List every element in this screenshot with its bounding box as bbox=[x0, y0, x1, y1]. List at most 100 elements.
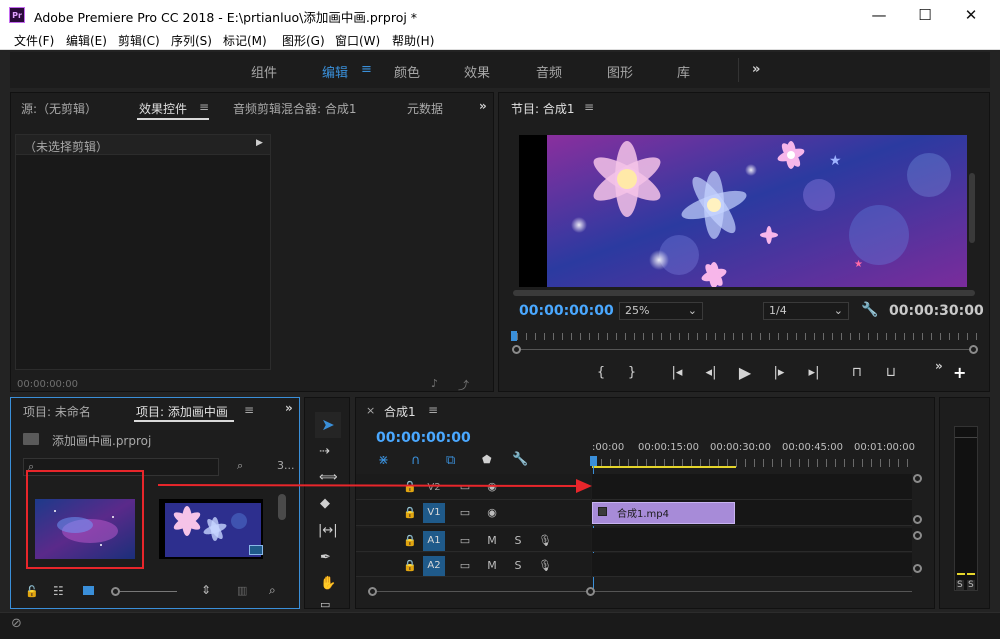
track-height-knob[interactable] bbox=[913, 531, 922, 540]
lock-icon[interactable]: 🔓 bbox=[25, 585, 39, 598]
program-video-frame[interactable]: ★ ★ bbox=[519, 135, 967, 287]
minimize-icon[interactable]: — bbox=[856, 0, 902, 30]
timeline-clip[interactable]: 合成1.mp4 bbox=[592, 502, 735, 524]
transport-more-icon[interactable]: » bbox=[935, 359, 943, 373]
audio-filter-icon[interactable]: ♪ bbox=[431, 377, 438, 390]
slip-tool-icon[interactable]: |↔| bbox=[318, 523, 338, 538]
track-label-a1[interactable]: A1 bbox=[423, 531, 445, 551]
program-menu-icon[interactable]: ≡ bbox=[584, 100, 594, 114]
lift-icon[interactable]: ⊓ bbox=[847, 363, 867, 383]
pen-tool-icon[interactable]: ✒ bbox=[320, 550, 331, 565]
workspace-more-icon[interactable]: » bbox=[752, 62, 760, 77]
timeline-scroll-right-knob[interactable] bbox=[586, 587, 595, 596]
timeline-playhead[interactable] bbox=[590, 456, 597, 466]
wrench-settings-icon[interactable]: 🔧 bbox=[861, 302, 878, 318]
tab-audio-clip-mixer[interactable]: 音频剪辑混合器: 合成1 bbox=[233, 100, 357, 117]
nest-toggle-icon[interactable]: ⋇ bbox=[378, 453, 389, 468]
menu-edit[interactable]: 编辑(E) bbox=[66, 32, 107, 49]
monitor-vertical-scrollbar[interactable] bbox=[969, 173, 975, 243]
track-sync-icon[interactable]: ▭ bbox=[458, 559, 472, 572]
automate-icon[interactable]: ▥ bbox=[237, 584, 247, 597]
expand-arrow-icon[interactable]: ▶ bbox=[256, 138, 263, 148]
creative-cloud-sync-icon[interactable]: ⊘ bbox=[11, 616, 22, 631]
icon-view-icon[interactable] bbox=[83, 586, 94, 595]
project-item-flower[interactable] bbox=[159, 499, 263, 559]
type-tool-icon[interactable]: ▭ bbox=[320, 598, 330, 611]
zoom-select[interactable]: 25% ⌄ bbox=[619, 302, 703, 320]
list-view-icon[interactable]: ☷ bbox=[53, 584, 64, 598]
maximize-icon[interactable]: ☐ bbox=[902, 0, 948, 30]
tab-project-pip[interactable]: 项目: 添加画中画 bbox=[136, 403, 228, 420]
step-forward-icon[interactable]: |▸ bbox=[769, 363, 789, 383]
close-sequence-icon[interactable]: × bbox=[366, 404, 375, 417]
track-sync-icon[interactable]: ▭ bbox=[458, 534, 472, 547]
workspace-color[interactable]: 颜色 bbox=[394, 62, 420, 81]
menu-clip[interactable]: 剪辑(C) bbox=[118, 32, 160, 49]
program-time-ruler[interactable] bbox=[517, 333, 977, 340]
panel-overflow-icon[interactable]: » bbox=[479, 99, 487, 113]
solo-button[interactable]: S bbox=[511, 559, 525, 572]
timeline-scroll-left-knob[interactable] bbox=[368, 587, 377, 596]
mark-in-icon[interactable]: { bbox=[591, 363, 611, 383]
track-height-knob[interactable] bbox=[913, 564, 922, 573]
linked-selection-icon[interactable]: ⧉ bbox=[446, 453, 455, 468]
resolution-select[interactable]: 1/4 ⌄ bbox=[763, 302, 849, 320]
project-overflow-icon[interactable]: » bbox=[285, 401, 293, 415]
menu-help[interactable]: 帮助(H) bbox=[392, 32, 434, 49]
go-to-out-icon[interactable]: ▸| bbox=[804, 363, 824, 383]
meter-solo-right[interactable]: S bbox=[967, 580, 975, 590]
track-lock-icon[interactable]: 🔒 bbox=[403, 559, 417, 572]
find-bin-icon[interactable]: ⌕ bbox=[237, 459, 243, 473]
selection-tool-icon[interactable]: ➤ bbox=[315, 412, 341, 438]
workspace-libraries[interactable]: 库 bbox=[677, 62, 690, 81]
track-lock-icon[interactable]: 🔒 bbox=[403, 534, 417, 547]
menu-file[interactable]: 文件(F) bbox=[14, 32, 54, 49]
workspace-editing[interactable]: 编辑 bbox=[322, 62, 348, 81]
mute-button[interactable]: M bbox=[485, 559, 499, 572]
track-lock-icon[interactable]: 🔒 bbox=[403, 506, 417, 519]
step-back-icon[interactable]: ◂| bbox=[701, 363, 721, 383]
tab-source[interactable]: 源:（无剪辑） bbox=[21, 100, 97, 117]
project-menu-icon[interactable]: ≡ bbox=[244, 403, 254, 417]
timeline-timecode[interactable]: 00:00:00:00 bbox=[376, 430, 471, 446]
menu-marker[interactable]: 标记(M) bbox=[223, 32, 267, 49]
workspace-effects[interactable]: 效果 bbox=[464, 62, 490, 81]
snap-magnet-icon[interactable]: ∩ bbox=[411, 453, 421, 468]
microphone-icon[interactable]: 🎙 bbox=[538, 559, 552, 572]
find-icon[interactable]: ⌕ bbox=[269, 583, 276, 598]
workspace-menu-icon[interactable]: ≡ bbox=[361, 62, 372, 77]
mark-out-icon[interactable]: } bbox=[622, 363, 642, 383]
meter-solo-left[interactable]: S bbox=[956, 580, 964, 590]
add-marker-icon[interactable]: ⬟ bbox=[482, 453, 492, 466]
hand-tool-icon[interactable]: ✋ bbox=[320, 576, 336, 591]
monitor-horizontal-scrollbar[interactable] bbox=[513, 290, 975, 296]
menu-sequence[interactable]: 序列(S) bbox=[171, 32, 212, 49]
workspace-audio[interactable]: 音频 bbox=[536, 62, 562, 81]
zoom-left-knob[interactable] bbox=[512, 345, 521, 354]
mute-button[interactable]: M bbox=[485, 534, 499, 547]
track-height-knob[interactable] bbox=[913, 474, 922, 483]
sequence-tab[interactable]: 合成1 bbox=[384, 403, 416, 420]
tab-project-untitled[interactable]: 项目: 未命名 bbox=[23, 403, 91, 420]
track-select-tool-icon[interactable]: ⇢ bbox=[319, 444, 330, 459]
track-visibility-eye-icon[interactable]: ◉ bbox=[485, 506, 499, 519]
sequence-menu-icon[interactable]: ≡ bbox=[428, 403, 438, 417]
tab-effect-controls[interactable]: 效果控件 bbox=[139, 100, 187, 117]
timeline-settings-wrench-icon[interactable]: 🔧 bbox=[512, 452, 528, 467]
zoom-right-knob[interactable] bbox=[969, 345, 978, 354]
menu-graphics[interactable]: 图形(G) bbox=[282, 32, 325, 49]
play-icon[interactable]: ▶ bbox=[735, 363, 755, 383]
track-label-a2[interactable]: A2 bbox=[423, 556, 445, 576]
workspace-assembly[interactable]: 组件 bbox=[251, 62, 277, 81]
add-button-icon[interactable]: + bbox=[953, 363, 966, 382]
thumb-size-slider[interactable] bbox=[115, 591, 177, 592]
track-lane-a2[interactable] bbox=[592, 553, 912, 577]
program-playhead[interactable] bbox=[511, 331, 517, 341]
export-icon[interactable]: ⤴ bbox=[458, 377, 469, 393]
microphone-icon[interactable]: 🎙 bbox=[538, 534, 552, 547]
extract-icon[interactable]: ⊔ bbox=[881, 363, 901, 383]
go-to-in-icon[interactable]: |◂ bbox=[667, 363, 687, 383]
solo-button[interactable]: S bbox=[511, 534, 525, 547]
panel-menu-icon[interactable]: ≡ bbox=[199, 100, 209, 114]
close-icon[interactable]: ✕ bbox=[948, 0, 994, 30]
